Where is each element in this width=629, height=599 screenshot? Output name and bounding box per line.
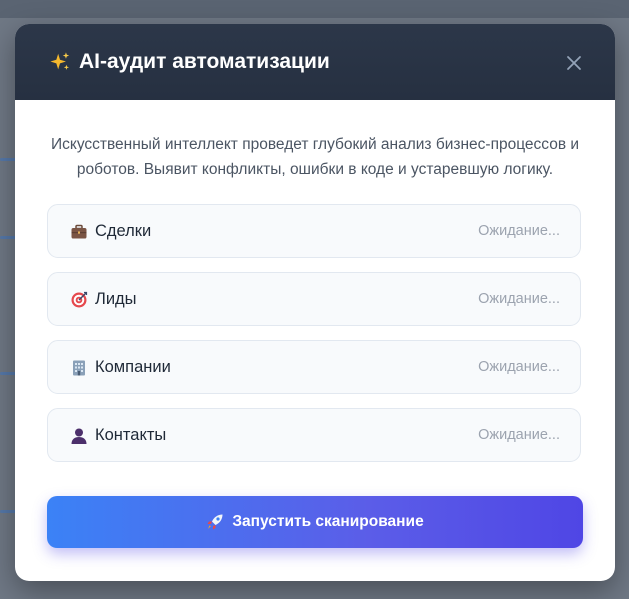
entity-row-contacts: Контакты Ожидание... xyxy=(47,408,581,462)
entity-row-companies: Компании Ожидание... xyxy=(47,340,581,394)
close-icon xyxy=(567,56,581,70)
modal-header: AI-аудит автоматизации xyxy=(15,24,615,100)
entity-status: Ожидание... xyxy=(478,427,560,443)
entity-label: Компании xyxy=(95,358,171,376)
target-icon xyxy=(71,291,88,308)
entity-status: Ожидание... xyxy=(478,291,560,307)
background-header xyxy=(0,0,629,18)
entity-label: Контакты xyxy=(95,426,167,444)
modal-description: Искусственный интеллект проведет глубоки… xyxy=(50,136,580,178)
entity-status: Ожидание... xyxy=(478,359,560,375)
briefcase-icon xyxy=(71,224,87,239)
sparkles-icon xyxy=(50,52,70,70)
person-icon xyxy=(71,428,87,444)
entity-label: Сделки xyxy=(95,222,152,240)
start-scan-label: Запустить сканирование xyxy=(232,513,424,530)
rocket-icon xyxy=(207,514,223,530)
entity-row-deals: Сделки Ожидание... xyxy=(47,204,581,258)
ai-audit-modal: AI-аудит автоматизации Искусственный инт… xyxy=(15,24,615,581)
modal-title: AI-аудит автоматизации xyxy=(79,50,330,73)
entity-row-leads: Лиды Ожидание... xyxy=(47,272,581,326)
modal-title-group: AI-аудит автоматизации xyxy=(49,50,330,74)
building-icon xyxy=(73,360,85,376)
entity-label: Лиды xyxy=(95,290,137,308)
start-scan-button[interactable]: Запустить сканирование xyxy=(47,496,583,548)
entity-status: Ожидание... xyxy=(478,223,560,239)
close-button[interactable] xyxy=(563,52,585,74)
